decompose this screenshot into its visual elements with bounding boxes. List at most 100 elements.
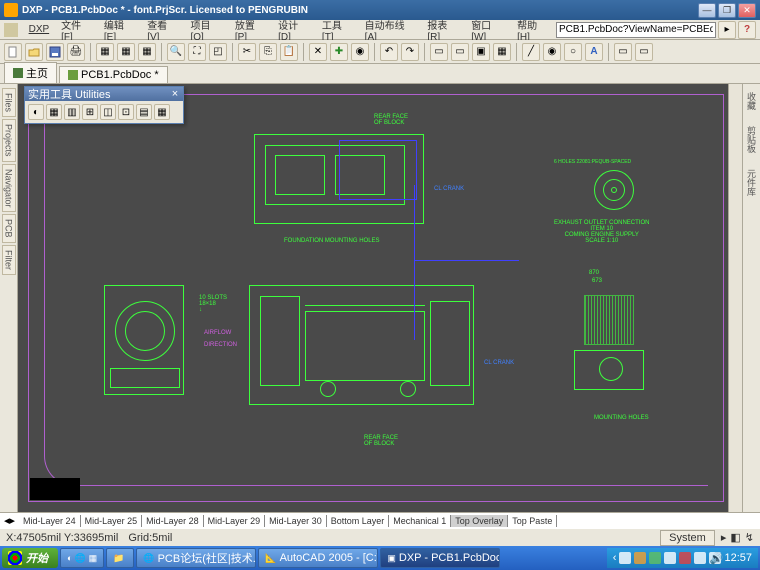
status-system[interactable]: System xyxy=(660,530,715,546)
righttab-clipboard[interactable]: 剪贴板 xyxy=(744,122,759,157)
lefttab-projects[interactable]: Projects xyxy=(2,119,16,162)
tray-icon[interactable] xyxy=(619,552,631,564)
util-icon[interactable]: ⊞ xyxy=(82,104,98,120)
pcb-canvas[interactable]: 实用工具 Utilities× ◐ ▦ ▥ ⊞ ◫ ⊡ ▤ ▦ REA xyxy=(18,84,742,512)
status-mask-icon[interactable]: ◧ xyxy=(730,531,740,544)
util-icon[interactable]: ◫ xyxy=(100,104,116,120)
blue-line-horizontal xyxy=(414,260,519,261)
save-icon[interactable] xyxy=(46,43,64,61)
tool-icon[interactable]: ▦ xyxy=(138,43,156,61)
tray-icon[interactable] xyxy=(679,552,691,564)
util-icon[interactable]: ▦ xyxy=(154,104,170,120)
undo-icon[interactable]: ↶ xyxy=(380,43,398,61)
start-label: 开始 xyxy=(26,550,48,566)
windows-taskbar: 开始 ◐ 🌐 ▦ 📁 🌐PCB论坛(社区|技术... 📐AutoCAD 2005… xyxy=(0,546,760,570)
util-icon[interactable]: ◐ xyxy=(28,104,44,120)
grid-icon[interactable]: ▦ xyxy=(493,43,511,61)
label-dim673: 673 xyxy=(592,278,602,284)
lefttab-navigator[interactable]: Navigator xyxy=(2,164,16,213)
status-coords: X:47505mil Y:33695mil xyxy=(6,532,118,544)
tool-icon[interactable]: ▭ xyxy=(635,43,653,61)
open-go-button[interactable]: ▸ xyxy=(718,21,736,39)
tool-icon[interactable]: ◉ xyxy=(351,43,369,61)
righttab-libraries[interactable]: 元件库 xyxy=(744,165,759,200)
layertab[interactable]: Mid-Layer 29 xyxy=(204,515,266,527)
left-panel-tabs: Files Projects Navigator PCB Filter xyxy=(0,84,18,512)
layertab[interactable]: Mid-Layer 28 xyxy=(142,515,204,527)
tab-pcbdoc[interactable]: PCB1.PcbDoc * xyxy=(59,66,168,83)
layertab[interactable]: Mid-Layer 30 xyxy=(265,515,327,527)
via-icon[interactable]: ◉ xyxy=(543,43,561,61)
text-icon[interactable]: A xyxy=(585,43,603,61)
label-dim870: 870 xyxy=(589,270,599,276)
minimize-button[interactable]: — xyxy=(698,3,716,18)
copy-icon[interactable]: ⎘ xyxy=(259,43,277,61)
tab-home-label: 主页 xyxy=(26,65,48,81)
layertab[interactable]: Mid-Layer 25 xyxy=(81,515,143,527)
cut-icon[interactable]: ✂ xyxy=(238,43,256,61)
label-mounting-holes: MOUNTING HOLES xyxy=(594,415,649,421)
util-icon[interactable]: ▤ xyxy=(136,104,152,120)
rect-icon[interactable]: ▭ xyxy=(614,43,632,61)
righttab-favorites[interactable]: 收藏 xyxy=(744,88,759,114)
tray-chevron-icon[interactable]: ‹ xyxy=(613,552,617,564)
taskbar-item-active[interactable]: ▣DXP - PCB1.PcbDoc * - f... xyxy=(380,548,500,568)
taskbar-item[interactable]: 📐AutoCAD 2005 - [C:\Doc... xyxy=(258,548,378,568)
tool-icon[interactable]: ▭ xyxy=(451,43,469,61)
utilities-close-icon[interactable]: × xyxy=(170,88,180,100)
tray-icon[interactable] xyxy=(694,552,706,564)
line-icon[interactable]: ╱ xyxy=(522,43,540,61)
print-icon[interactable]: 🖨 xyxy=(67,43,85,61)
tool-icon[interactable]: ▦ xyxy=(117,43,135,61)
lefttab-pcb[interactable]: PCB xyxy=(2,214,16,243)
pad-icon[interactable]: ○ xyxy=(564,43,582,61)
utilities-title: 实用工具 Utilities xyxy=(28,86,111,102)
plus-icon[interactable]: ✚ xyxy=(330,43,348,61)
util-icon[interactable]: ▦ xyxy=(46,104,62,120)
zoom-fit-icon[interactable]: ⛶ xyxy=(188,43,206,61)
label-cl-crank: CL CRANK xyxy=(434,186,464,192)
zoom-area-icon[interactable]: ◰ xyxy=(209,43,227,61)
layertab[interactable]: Bottom Layer xyxy=(327,515,390,527)
redo-icon[interactable]: ↷ xyxy=(401,43,419,61)
layertab[interactable]: Mid-Layer 24 xyxy=(19,515,81,527)
tool-icon[interactable]: ▣ xyxy=(472,43,490,61)
label-exhaust: EXHAUST OUTLET CONNECTION ITEM 10 COMING… xyxy=(554,220,649,244)
layertab[interactable]: Mechanical 1 xyxy=(389,515,451,527)
tool-icon[interactable]: ▭ xyxy=(430,43,448,61)
util-icon[interactable]: ⊡ xyxy=(118,104,134,120)
open-help-button[interactable]: ? xyxy=(738,21,756,39)
tray-clock[interactable]: 12:57 xyxy=(724,552,752,564)
new-icon[interactable] xyxy=(4,43,22,61)
close-button[interactable]: ✕ xyxy=(738,3,756,18)
utilities-toolbar[interactable]: 实用工具 Utilities × ◐ ▦ ▥ ⊞ ◫ ⊡ ▤ ▦ xyxy=(24,86,184,124)
cross-icon[interactable]: ✕ xyxy=(309,43,327,61)
tray-icon[interactable] xyxy=(664,552,676,564)
start-button[interactable]: 开始 xyxy=(2,548,58,568)
open-document-field[interactable] xyxy=(556,22,716,38)
tool-icon[interactable]: ▦ xyxy=(96,43,114,61)
open-icon[interactable] xyxy=(25,43,43,61)
status-clear-icon[interactable]: ↯ xyxy=(745,531,754,544)
tray-icon[interactable] xyxy=(634,552,646,564)
right-panel-tabs: 收藏 剪贴板 元件库 xyxy=(742,84,760,512)
tray-volume-icon[interactable]: 🔊 xyxy=(709,552,721,564)
zoom-icon[interactable]: 🔍 xyxy=(167,43,185,61)
taskbar-item[interactable]: 📁 xyxy=(106,548,134,568)
taskbar-item[interactable]: 🌐PCB论坛(社区|技术... xyxy=(136,548,256,568)
status-arrow-icon[interactable]: ▸ xyxy=(721,531,727,544)
paste-icon[interactable]: 📋 xyxy=(280,43,298,61)
maximize-button[interactable]: ❐ xyxy=(718,3,736,18)
quicklaunch[interactable]: ◐ 🌐 ▦ xyxy=(60,548,104,568)
system-tray[interactable]: ‹ 🔊 12:57 xyxy=(607,548,758,568)
layer-tabs: ◂▸ Mid-Layer 24 Mid-Layer 25 Mid-Layer 2… xyxy=(0,512,760,528)
layertab-active[interactable]: Top Overlay xyxy=(451,515,508,527)
tray-icon[interactable] xyxy=(649,552,661,564)
lefttab-filter[interactable]: Filter xyxy=(2,245,16,275)
tab-home[interactable]: 主页 xyxy=(4,62,57,83)
vertical-scrollbar[interactable] xyxy=(728,84,742,512)
menu-dxp[interactable]: DXP xyxy=(24,22,55,37)
util-icon[interactable]: ▥ xyxy=(64,104,80,120)
layertab[interactable]: Top Paste xyxy=(508,515,557,527)
lefttab-files[interactable]: Files xyxy=(2,88,16,117)
